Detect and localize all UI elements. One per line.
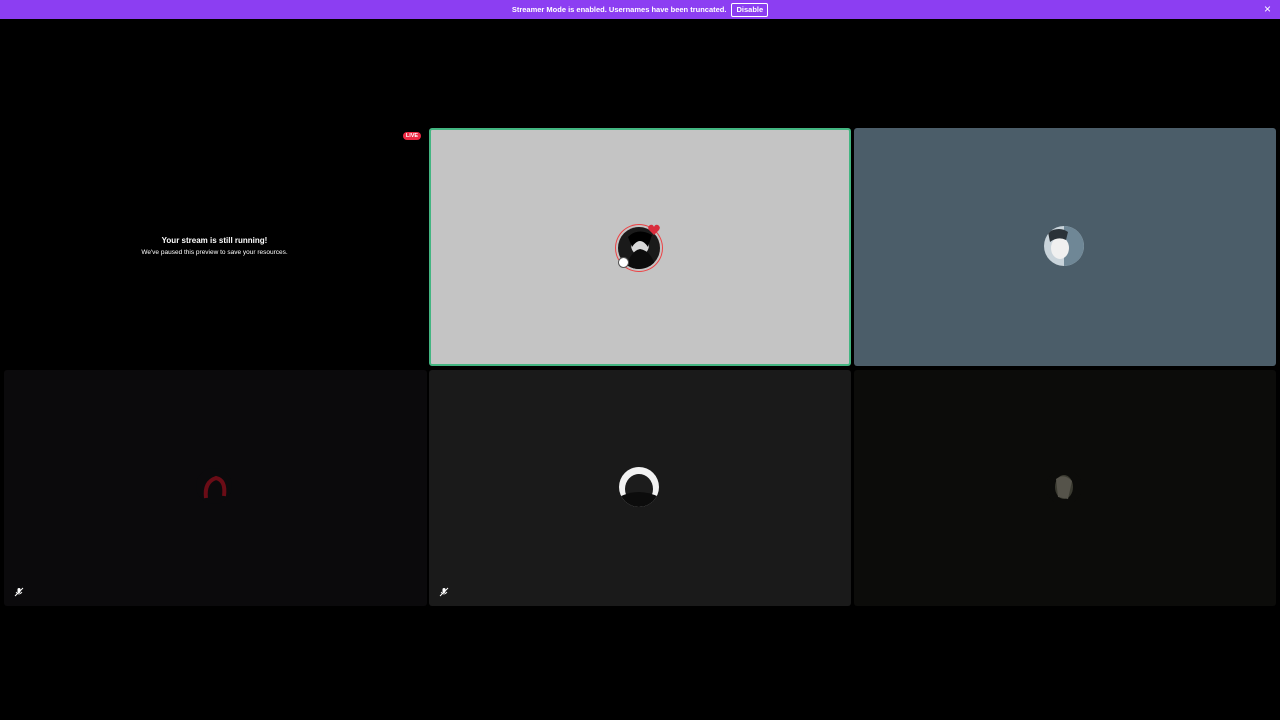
microphone-muted-icon [439, 587, 449, 597]
badge-icon [618, 257, 629, 268]
microphone-muted-icon [14, 587, 24, 597]
participant-avatar [1044, 226, 1084, 266]
participant-tile-3[interactable] [4, 370, 427, 606]
participant-tile-5[interactable] [854, 370, 1276, 606]
disable-streamer-mode-button[interactable]: Disable [731, 2, 769, 17]
stream-preview-tile[interactable] [0, 128, 429, 366]
banner-message: Streamer Mode is enabled. Usernames have… [511, 5, 727, 14]
close-icon[interactable]: × [1264, 2, 1271, 16]
participant-tile-2[interactable] [854, 128, 1276, 366]
heart-decoration-icon [648, 224, 660, 235]
live-badge: LIVE [403, 132, 421, 140]
participant-avatar [1046, 469, 1082, 505]
participant-tile-1[interactable] [429, 128, 851, 366]
participant-tile-4[interactable] [429, 370, 851, 606]
stream-paused-subtitle: We've paused this preview to save your r… [141, 249, 288, 256]
streamer-mode-banner: Streamer Mode is enabled. Usernames have… [0, 0, 1280, 19]
stream-paused-title: Your stream is still running! [161, 236, 268, 245]
participant-avatar [619, 467, 659, 507]
participant-avatar [196, 468, 232, 504]
